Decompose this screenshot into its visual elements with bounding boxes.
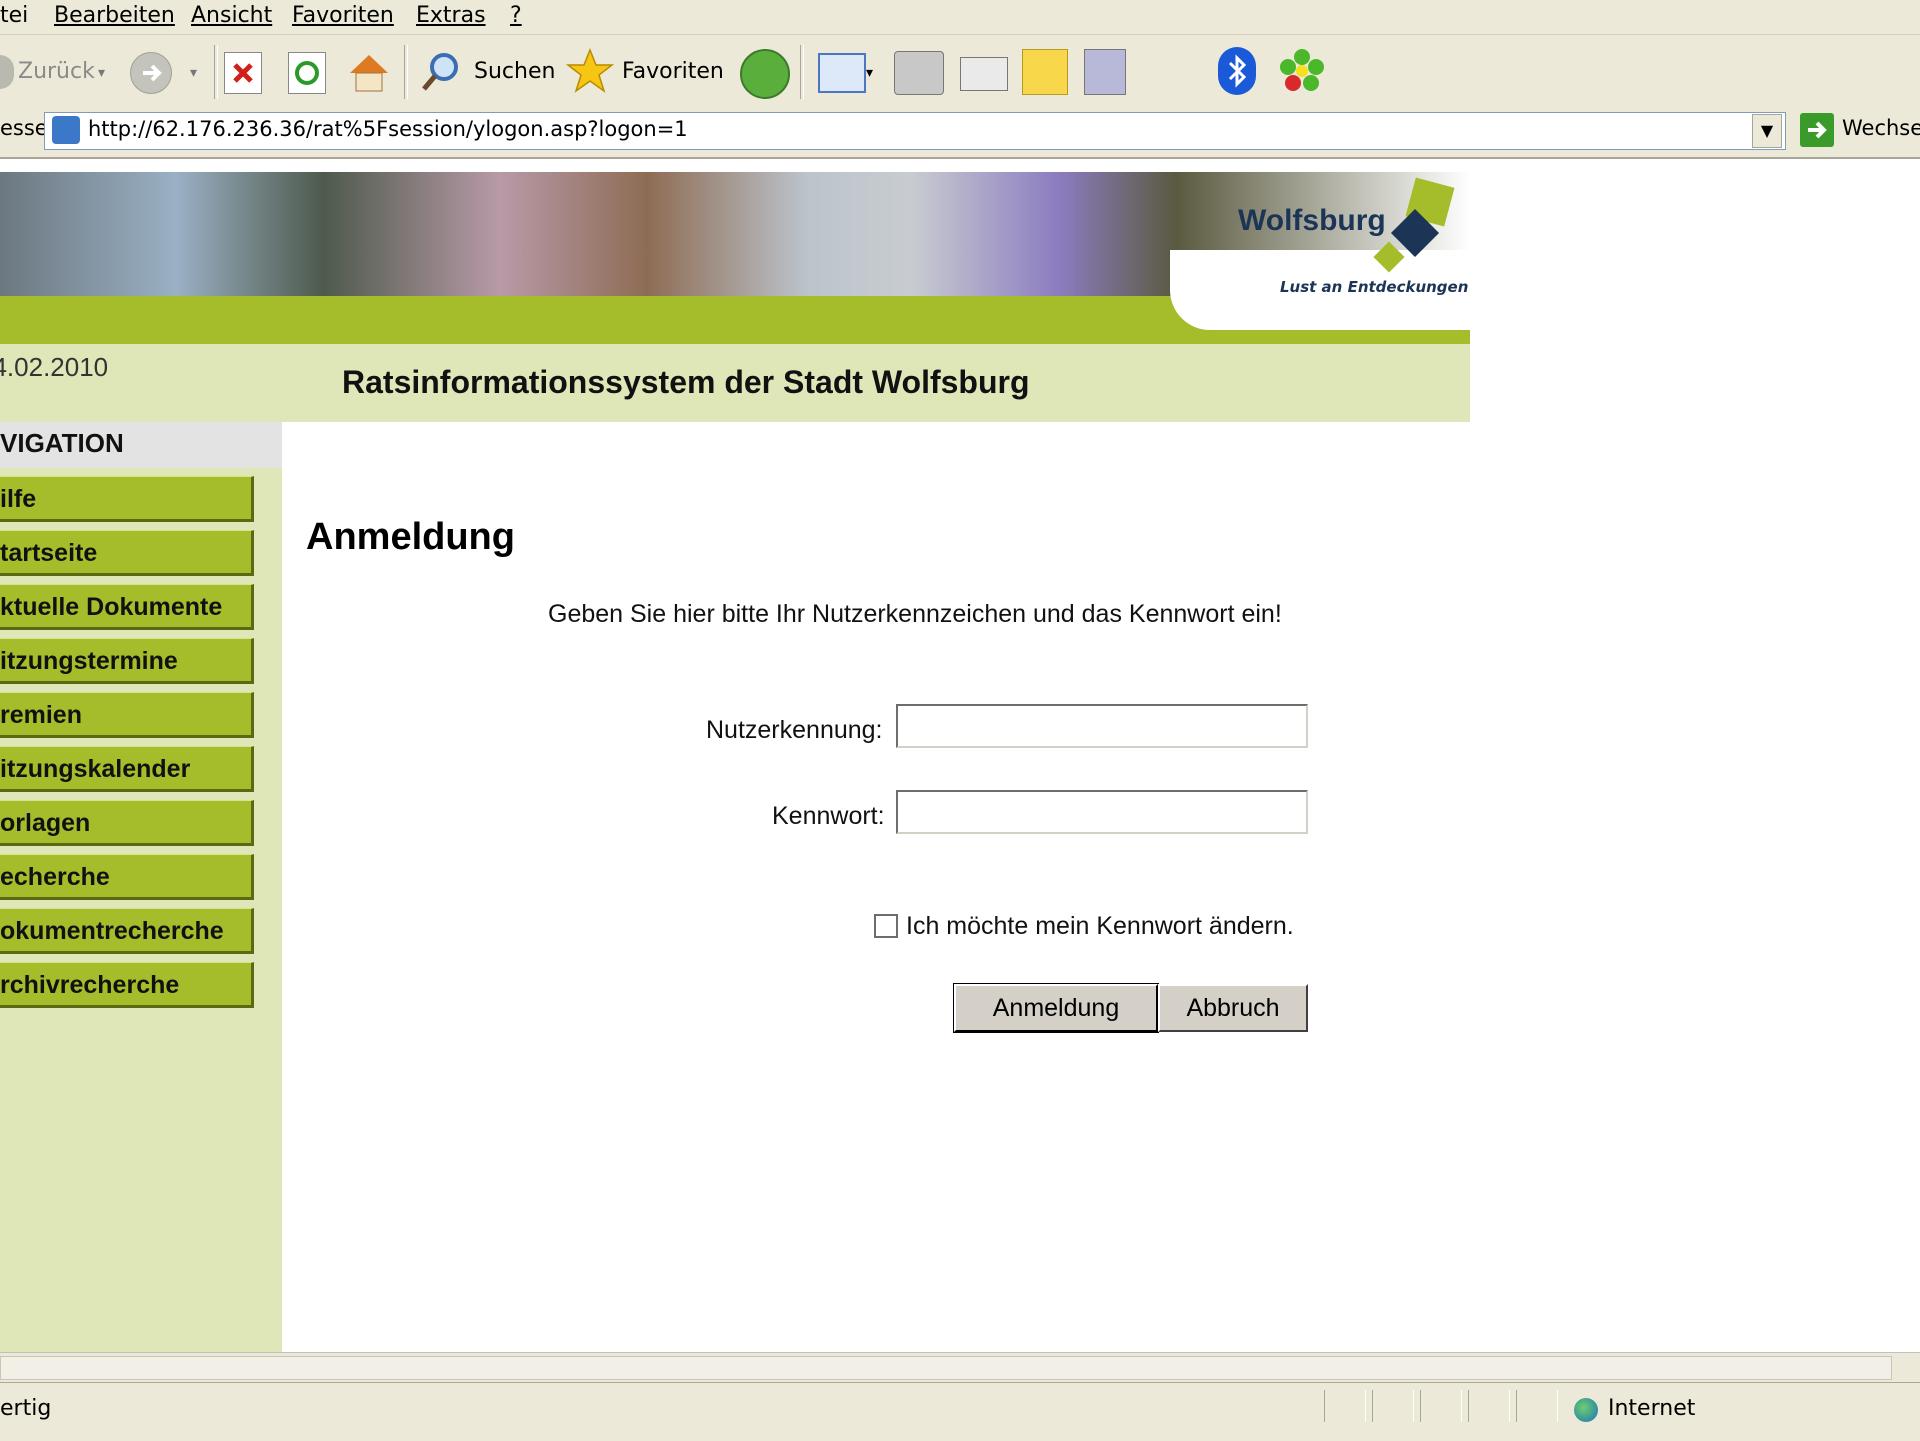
nav-item-hilfe[interactable]: ilfe bbox=[0, 476, 254, 522]
mail-dropdown-icon[interactable]: ▾ bbox=[866, 65, 873, 81]
logo-slogan: Lust an Entdeckungen bbox=[1280, 278, 1469, 296]
site-title: Ratsinformationssystem der Stadt Wolfsbu… bbox=[342, 364, 1030, 400]
scrollbar-thumb[interactable] bbox=[0, 1356, 1892, 1380]
toolbar-separator bbox=[800, 45, 804, 99]
current-date: 04.02.2010 bbox=[0, 352, 109, 382]
go-button-label[interactable]: Wechse bbox=[1842, 116, 1920, 140]
address-label: esse bbox=[0, 116, 48, 140]
favorites-button-label[interactable]: Favoriten bbox=[622, 59, 724, 84]
bluetooth-icon[interactable] bbox=[1218, 47, 1256, 95]
nav-item-archivrecherche[interactable]: rchivrecherche bbox=[0, 962, 254, 1008]
nav-item-label: echerche bbox=[0, 863, 110, 891]
icq-flower-icon[interactable] bbox=[1278, 47, 1326, 95]
go-arrow-glyph bbox=[1808, 121, 1827, 139]
refresh-icon[interactable] bbox=[288, 52, 326, 94]
menu-view-label: Ansicht bbox=[191, 3, 273, 28]
forward-arrow-glyph bbox=[143, 64, 162, 82]
username-label: Nutzerkennung: bbox=[706, 716, 883, 744]
home-glyph bbox=[350, 55, 388, 92]
search-icon[interactable] bbox=[418, 49, 464, 95]
menu-view[interactable]: Ansicht bbox=[191, 3, 272, 28]
menu-extras[interactable]: Extras bbox=[416, 3, 486, 28]
menu-extras-label: Extras bbox=[416, 3, 486, 28]
status-cell bbox=[1516, 1390, 1558, 1422]
nav-item-label: tartseite bbox=[0, 539, 98, 567]
login-cancel-button[interactable]: Abbruch bbox=[1158, 984, 1308, 1032]
history-icon[interactable] bbox=[740, 49, 790, 99]
menu-help-label: ? bbox=[510, 3, 522, 28]
internet-zone-icon bbox=[1574, 1398, 1598, 1422]
nav-item-label: itzungstermine bbox=[0, 647, 178, 675]
logo-title: Wolfsburg bbox=[1238, 204, 1386, 237]
login-instruction: Geben Sie hier bitte Ihr Nutzerkennzeich… bbox=[548, 600, 1282, 628]
menu-file[interactable]: tei bbox=[0, 3, 28, 28]
edit-icon[interactable] bbox=[960, 57, 1008, 91]
dropdown-arrow-glyph: ▼ bbox=[1760, 121, 1774, 140]
forward-dropdown-icon[interactable]: ▾ bbox=[190, 65, 197, 81]
toolbar-separator bbox=[214, 45, 218, 99]
nav-item-label: remien bbox=[0, 701, 82, 729]
flower-glyph bbox=[1280, 49, 1324, 91]
nav-item-sitzungstermine[interactable]: itzungstermine bbox=[0, 638, 254, 684]
search-glyph bbox=[422, 53, 458, 91]
nav-item-sitzungskalender[interactable]: itzungskalender bbox=[0, 746, 254, 792]
change-password-label[interactable]: Ich möchte mein Kennwort ändern. bbox=[906, 912, 1294, 941]
menu-edit-label: Bearbeiten bbox=[54, 3, 175, 28]
print-icon[interactable] bbox=[894, 51, 944, 95]
stop-x-glyph bbox=[233, 63, 253, 83]
status-text: ertig bbox=[0, 1396, 52, 1421]
nav-item-label: ktuelle Dokumente bbox=[0, 593, 223, 621]
favorites-star-icon[interactable] bbox=[565, 47, 615, 95]
password-label: Kennwort: bbox=[772, 802, 885, 830]
stop-icon[interactable] bbox=[224, 52, 262, 94]
messenger-icon[interactable] bbox=[1084, 49, 1126, 95]
search-button-label[interactable]: Suchen bbox=[474, 59, 555, 84]
nav-item-dokumentrecherche[interactable]: okumentrecherche bbox=[0, 908, 254, 954]
change-password-checkbox[interactable] bbox=[874, 914, 898, 938]
nav-item-label: rchivrecherche bbox=[0, 971, 180, 999]
navigation-heading: VIGATION bbox=[0, 428, 124, 458]
security-zone-label: Internet bbox=[1608, 1396, 1696, 1421]
back-button-label[interactable]: Zurück bbox=[18, 59, 95, 84]
bluetooth-glyph bbox=[1228, 54, 1247, 88]
menu-bar: tei Bearbeiten Ansicht Favoriten Extras … bbox=[0, 0, 1920, 35]
mail-icon[interactable] bbox=[818, 53, 866, 93]
forward-arrow-icon[interactable] bbox=[130, 52, 172, 94]
nav-item-recherche[interactable]: echerche bbox=[0, 854, 254, 900]
nav-item-label: itzungskalender bbox=[0, 755, 191, 783]
page-favicon-icon bbox=[52, 116, 80, 144]
browser-toolbar: Zurück ▾ ▾ Suchen Favoriten ▾ bbox=[0, 35, 1920, 110]
refresh-glyph bbox=[295, 61, 319, 85]
main-content bbox=[282, 422, 1920, 1352]
nav-item-aktuelle-dokumente[interactable]: ktuelle Dokumente bbox=[0, 584, 254, 630]
password-input[interactable] bbox=[896, 790, 1308, 834]
status-cell bbox=[1372, 1390, 1414, 1422]
back-arrow-icon[interactable] bbox=[0, 55, 14, 89]
menu-help[interactable]: ? bbox=[510, 3, 522, 28]
home-icon[interactable] bbox=[346, 49, 392, 95]
login-submit-button[interactable]: Anmeldung bbox=[953, 983, 1159, 1033]
address-dropdown-icon[interactable]: ▼ bbox=[1752, 114, 1782, 148]
status-cell bbox=[1420, 1390, 1462, 1422]
status-cell bbox=[1324, 1390, 1366, 1422]
menu-favorites-label: Favoriten bbox=[292, 3, 394, 28]
nav-item-gremien[interactable]: remien bbox=[0, 692, 254, 738]
username-input[interactable] bbox=[896, 704, 1308, 748]
nav-item-label: orlagen bbox=[0, 809, 91, 837]
nav-item-label: ilfe bbox=[0, 485, 37, 513]
go-arrow-icon[interactable] bbox=[1800, 113, 1834, 147]
toolbar-separator bbox=[404, 45, 408, 99]
menu-edit[interactable]: Bearbeiten bbox=[54, 3, 175, 28]
nav-item-startseite[interactable]: tartseite bbox=[0, 530, 254, 576]
note-icon[interactable] bbox=[1022, 49, 1068, 95]
star-glyph bbox=[565, 47, 615, 93]
nav-item-vorlagen[interactable]: orlagen bbox=[0, 800, 254, 846]
login-heading: Anmeldung bbox=[306, 516, 515, 558]
menu-favorites[interactable]: Favoriten bbox=[292, 3, 394, 28]
back-dropdown-icon[interactable]: ▾ bbox=[98, 65, 105, 81]
status-cell bbox=[1468, 1390, 1510, 1422]
nav-item-label: okumentrecherche bbox=[0, 917, 224, 945]
address-url[interactable]: http://62.176.236.36/rat%5Fsession/ylogo… bbox=[88, 117, 688, 141]
